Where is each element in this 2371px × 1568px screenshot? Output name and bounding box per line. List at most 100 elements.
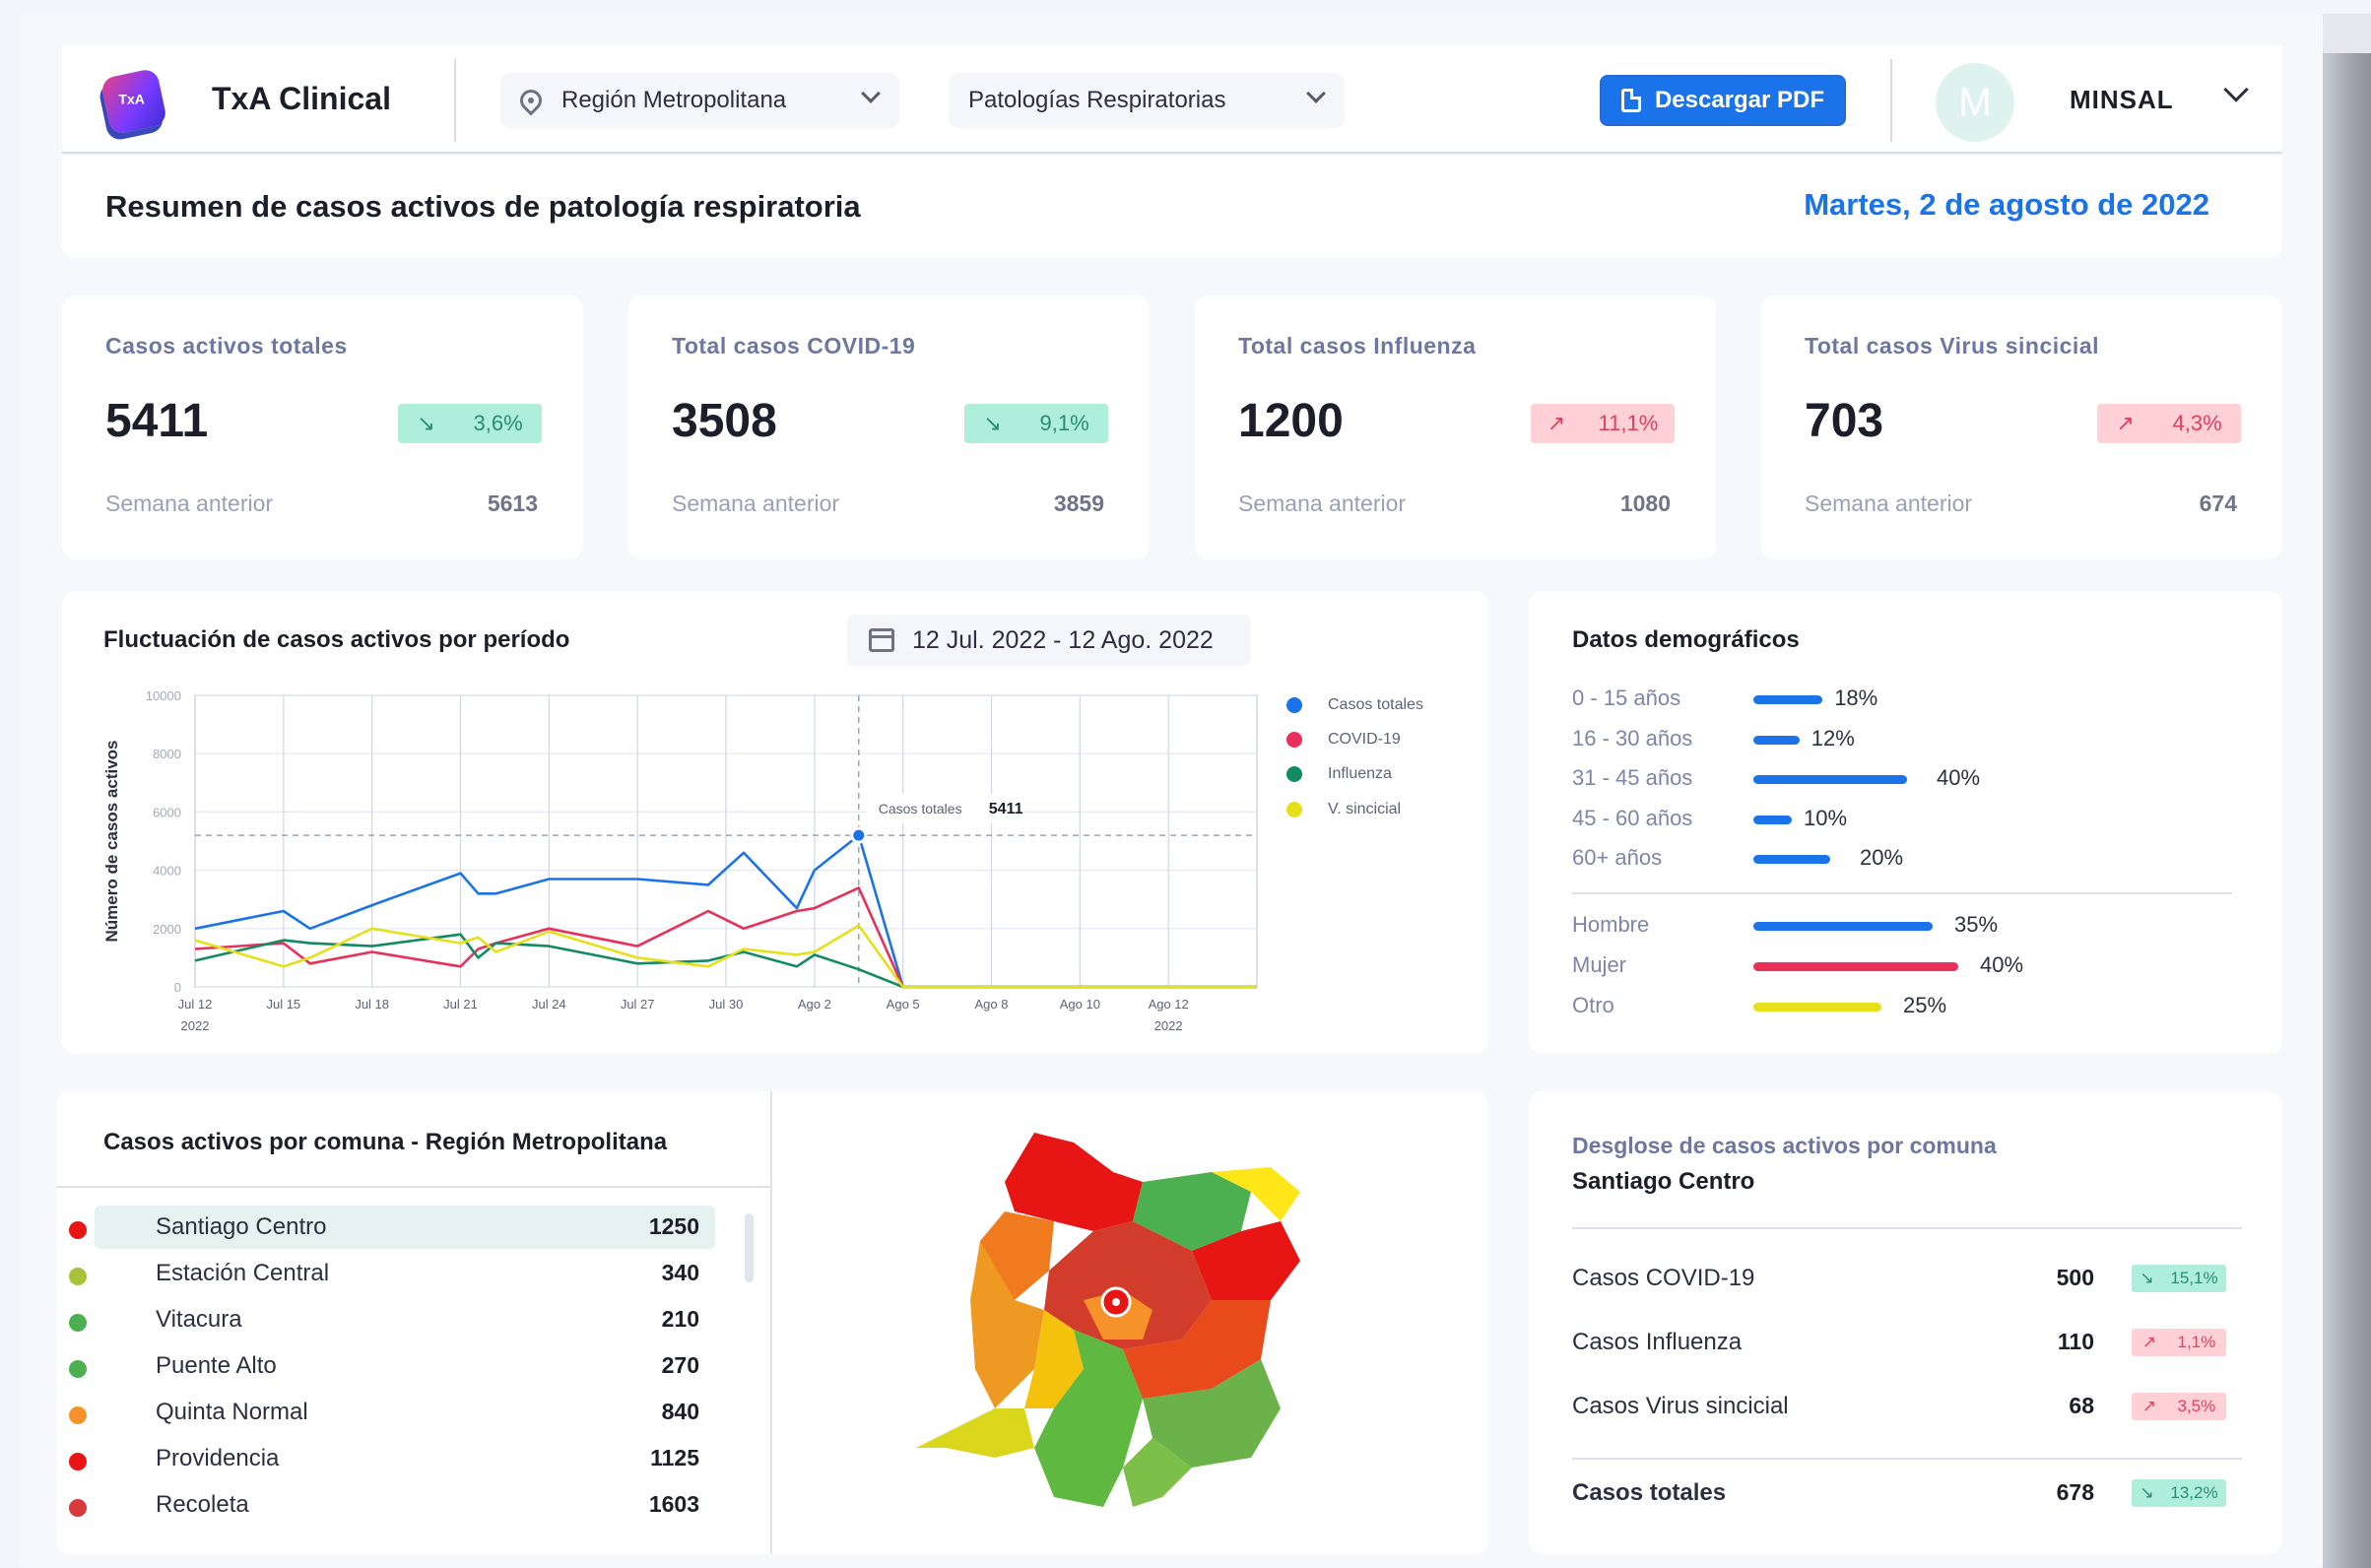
window-edge-shadow bbox=[2323, 14, 2371, 1568]
trend-percent: 11,1% bbox=[1598, 411, 1659, 435]
kpi-value: 3508 bbox=[672, 395, 777, 447]
line-chart: 10000 8000 6000 4000 2000 0 Jul 12 2022 Jul 15 Ju… bbox=[102, 688, 1258, 1033]
chevron-down-icon bbox=[861, 84, 881, 103]
arrow-down-right-icon: ↘ bbox=[2140, 1269, 2154, 1287]
trend-percent: 9,1% bbox=[1039, 411, 1089, 435]
arrow-down-right-icon: ↘ bbox=[2140, 1483, 2154, 1502]
previous-week-label: Semana anterior bbox=[1238, 490, 1407, 516]
comuna-row[interactable]: Puente Alto 270 bbox=[69, 1344, 715, 1388]
comuna-row[interactable]: Santiago Centro 1250 bbox=[69, 1206, 715, 1249]
breakdown-trend-percent: 1,1% bbox=[2177, 1333, 2216, 1351]
legend-dot bbox=[1286, 802, 1302, 817]
comuna-name: Quinta Normal bbox=[156, 1399, 308, 1425]
document-icon bbox=[1620, 89, 1641, 112]
comuna-name: Vitacura bbox=[156, 1306, 242, 1333]
x-tick-label: Ago 12 bbox=[1149, 997, 1189, 1012]
previous-week-label: Semana anterior bbox=[672, 490, 840, 516]
comuna-value: 1125 bbox=[650, 1445, 699, 1470]
gender-label: Hombre bbox=[1572, 912, 1650, 937]
tooltip-value: 5411 bbox=[989, 801, 1023, 817]
comuna-value: 340 bbox=[661, 1260, 699, 1285]
region-select[interactable]: Región Metropolitana bbox=[500, 73, 899, 128]
comuna-dot bbox=[69, 1499, 87, 1517]
comuna-row[interactable]: Recoleta 1603 bbox=[69, 1483, 715, 1527]
region-select-value: Región Metropolitana bbox=[561, 87, 787, 113]
map-selected-marker-center bbox=[1112, 1298, 1120, 1306]
highlight-point[interactable] bbox=[850, 826, 868, 844]
breakdown-value: 500 bbox=[2056, 1265, 2094, 1290]
legend-label: Casos totales bbox=[1328, 696, 1423, 713]
x-tick-label: Jul 21 bbox=[443, 997, 478, 1012]
x-tick-sublabel: 2022 bbox=[1154, 1018, 1183, 1033]
avatar[interactable]: M bbox=[1936, 63, 2014, 142]
comuna-row[interactable]: Estación Central 340 bbox=[69, 1252, 715, 1295]
legend-covid-19[interactable]: COVID-19 bbox=[1286, 731, 1401, 749]
tooltip-label: Casos totales bbox=[879, 801, 962, 817]
chevron-down-icon bbox=[1306, 84, 1326, 103]
user-menu-chevron-icon[interactable] bbox=[2223, 77, 2249, 102]
gender-bar bbox=[1753, 922, 1933, 931]
gender-bar bbox=[1753, 962, 1958, 971]
divider bbox=[1572, 1458, 2242, 1460]
breakdown-value: 68 bbox=[2069, 1393, 2094, 1418]
kpi-value: 1200 bbox=[1238, 395, 1344, 447]
comuna-value: 210 bbox=[661, 1306, 699, 1332]
breakdown-trend-badge: ↗ 1,1% bbox=[2132, 1329, 2226, 1356]
y-tick-label: 6000 bbox=[153, 805, 181, 819]
previous-week-value: 674 bbox=[2199, 490, 2237, 516]
age-group-label: 31 - 45 años bbox=[1572, 765, 1693, 790]
breakdown-total-trend-badge: ↘ 13,2% bbox=[2132, 1479, 2226, 1507]
user-name[interactable]: MINSAL bbox=[2070, 85, 2174, 115]
list-scrollbar[interactable] bbox=[745, 1213, 754, 1282]
comuna-row[interactable]: Providencia 1125 bbox=[69, 1437, 715, 1480]
age-group-bar bbox=[1753, 695, 1823, 704]
comuna-name: Recoleta bbox=[156, 1491, 249, 1518]
legend-v-sincicial[interactable]: V. sincicial bbox=[1286, 801, 1401, 818]
comuna-name: Santiago Centro bbox=[156, 1213, 327, 1240]
map-region-southwest[interactable] bbox=[916, 1408, 1034, 1458]
previous-week-value: 1080 bbox=[1619, 490, 1671, 516]
y-tick-label: 4000 bbox=[153, 864, 181, 879]
x-tick-label: Ago 8 bbox=[975, 997, 1009, 1012]
previous-week-value: 3859 bbox=[1053, 490, 1104, 516]
legend-influenza[interactable]: Influenza bbox=[1286, 765, 1392, 783]
logo-text: TxA bbox=[118, 91, 145, 107]
divider bbox=[770, 1091, 772, 1554]
arrow-up-right-icon: ↗ bbox=[2141, 1333, 2156, 1351]
x-tick-label: Jul 30 bbox=[709, 997, 744, 1012]
app-title: TxA Clinical bbox=[212, 81, 391, 116]
comuna-dot bbox=[69, 1453, 87, 1470]
arrow-up-right-icon: ↗ bbox=[1547, 411, 1566, 435]
pathology-select[interactable]: Patologías Respiratorias bbox=[949, 73, 1345, 128]
comuna-row[interactable]: Quinta Normal 840 bbox=[69, 1391, 715, 1434]
kpi-card: Total casos Influenza 1200 ↗ 11,1% Semana an… bbox=[1195, 295, 1716, 559]
gender-label: Otro bbox=[1572, 993, 1614, 1017]
breakdown-trend-badge: ↗ 3,5% bbox=[2132, 1393, 2226, 1420]
gender-percent: 40% bbox=[1980, 952, 2024, 977]
kpi-title: Total casos Influenza bbox=[1238, 333, 1477, 359]
comunas-map[interactable] bbox=[887, 1113, 1379, 1527]
top-bar: TxA TxA Clinical Región Metropolitana Pa… bbox=[62, 45, 2282, 154]
arrow-up-right-icon: ↗ bbox=[2116, 411, 2135, 435]
comuna-dot bbox=[69, 1406, 87, 1424]
legend-label: COVID-19 bbox=[1328, 731, 1401, 748]
comuna-dot bbox=[69, 1314, 87, 1332]
divider bbox=[1890, 59, 1892, 142]
age-group-bar bbox=[1753, 815, 1792, 824]
comuna-row[interactable]: Vitacura 210 bbox=[69, 1298, 715, 1341]
legend-casos-totales[interactable]: Casos totales bbox=[1286, 696, 1423, 714]
current-date: Martes, 2 de agosto de 2022 bbox=[1804, 187, 2209, 222]
trend-badge: ↘ 9,1% bbox=[964, 404, 1108, 443]
age-group-percent: 40% bbox=[1937, 765, 1981, 790]
breakdown-total-value: 678 bbox=[2056, 1479, 2094, 1505]
download-pdf-label: Descargar PDF bbox=[1654, 87, 1825, 113]
breakdown-label: Casos Influenza bbox=[1572, 1329, 1743, 1355]
kpi-card: Casos activos totales 5411 ↘ 3,6% Semana ant… bbox=[62, 295, 583, 559]
y-axis-label: Número de casos activos bbox=[102, 740, 121, 942]
download-pdf-button[interactable]: Descargar PDF bbox=[1600, 75, 1846, 126]
comuna-value: 840 bbox=[661, 1399, 699, 1424]
age-group-label: 45 - 60 años bbox=[1572, 805, 1693, 830]
page-header: Resumen de casos activos de patología re… bbox=[62, 156, 2282, 258]
previous-week-label: Semana anterior bbox=[105, 490, 274, 516]
app-logo-icon[interactable]: TxA bbox=[99, 67, 168, 136]
